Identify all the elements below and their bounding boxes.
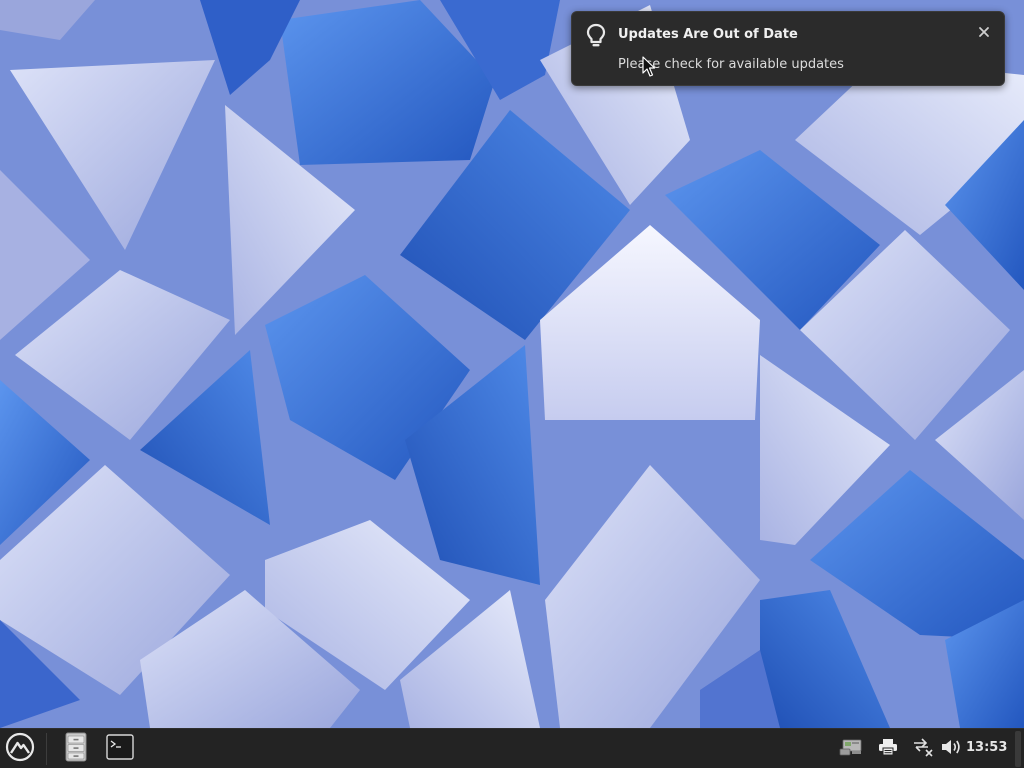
printer-tray[interactable] [876,737,900,761]
file-cabinet-icon [64,732,88,766]
wallpaper-shapes [0,0,1024,728]
volume-icon [940,737,962,761]
network-status-tray[interactable] [911,737,935,761]
notification-title: Updates Are Out of Date [618,27,798,42]
update-notification[interactable]: Updates Are Out of Date Please check for… [571,11,1005,86]
file-manager-launcher[interactable] [58,732,94,766]
taskbar: 13:53 [0,728,1024,768]
printer-icon [878,738,898,760]
desktop-wallpaper [0,0,1024,728]
network-card-icon [839,737,863,761]
close-icon[interactable] [974,22,994,42]
network-manager-tray[interactable] [839,737,863,761]
network-offline-icon [912,737,934,761]
taskbar-separator [46,733,47,765]
show-desktop-button[interactable] [1015,731,1021,767]
application-menu-button[interactable] [3,732,37,766]
mouse-cursor-icon [642,56,656,78]
mountain-logo-icon [5,732,35,766]
clock[interactable]: 13:53 [966,740,1007,755]
volume-tray[interactable] [939,737,963,761]
lightbulb-icon [584,23,608,49]
terminal-icon [106,734,134,764]
terminal-launcher[interactable] [102,732,138,766]
